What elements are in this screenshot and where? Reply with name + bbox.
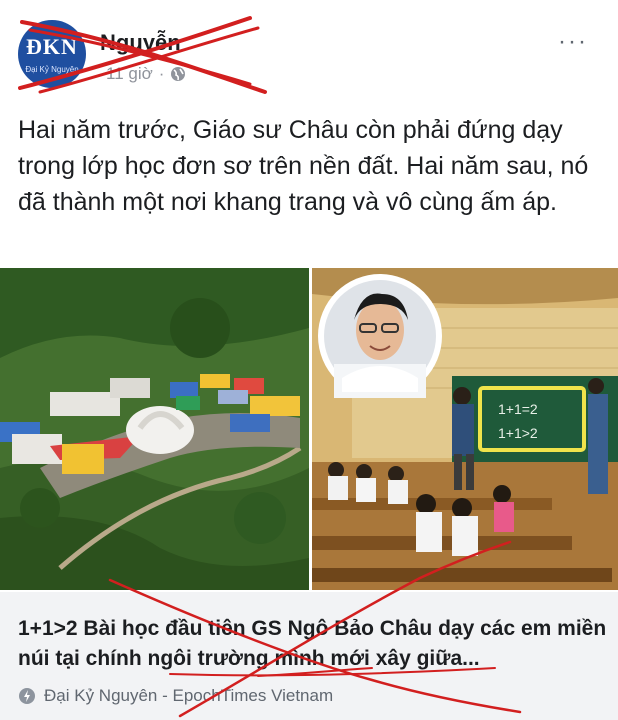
verified-source-icon bbox=[19, 688, 35, 704]
classroom-photo[interactable]: 1+1=2 1+1>2 bbox=[312, 268, 618, 590]
link-source: Đại Kỷ Nguyên - EpochTimes Vietnam bbox=[18, 686, 333, 706]
page-avatar[interactable]: ĐKN Đại Kỷ Nguyên bbox=[18, 20, 86, 88]
post-header: ĐKN Đại Kỷ Nguyên Nguyễn 11 giờ · ··· bbox=[0, 0, 618, 110]
globe-icon bbox=[171, 67, 186, 81]
facebook-post: ĐKN Đại Kỷ Nguyên Nguyễn 11 giờ · ··· Ha… bbox=[0, 0, 618, 720]
avatar-logo-subtext: Đại Kỷ Nguyên bbox=[25, 65, 79, 74]
link-preview-card[interactable]: 1+1>2 Bài học đầu tiên GS Ngô Bảo Châu d… bbox=[0, 592, 618, 720]
avatar-logo-text: ĐKN bbox=[26, 34, 78, 59]
school-aerial-illustration bbox=[0, 268, 309, 590]
blackboard-line-2: 1+1>2 bbox=[498, 425, 538, 441]
page-name[interactable]: Nguyễn bbox=[100, 30, 181, 56]
school-aerial-photo[interactable] bbox=[0, 268, 309, 590]
post-message: Hai năm trước, Giáo sư Châu còn phải đứn… bbox=[18, 116, 589, 216]
classroom-illustration: 1+1=2 1+1>2 bbox=[312, 268, 618, 590]
blackboard-line-1: 1+1=2 bbox=[498, 401, 538, 417]
post-image-collage[interactable]: 1+1=2 1+1>2 bbox=[0, 268, 618, 590]
link-title[interactable]: 1+1>2 Bài học đầu tiên GS Ngô Bảo Châu d… bbox=[18, 614, 608, 674]
post-timestamp[interactable]: 11 giờ bbox=[106, 64, 153, 84]
more-options-button[interactable]: ··· bbox=[558, 28, 588, 56]
meta-separator: · bbox=[158, 64, 165, 83]
post-meta: 11 giờ · bbox=[106, 64, 186, 84]
link-source-text: Đại Kỷ Nguyên - EpochTimes Vietnam bbox=[44, 686, 334, 705]
